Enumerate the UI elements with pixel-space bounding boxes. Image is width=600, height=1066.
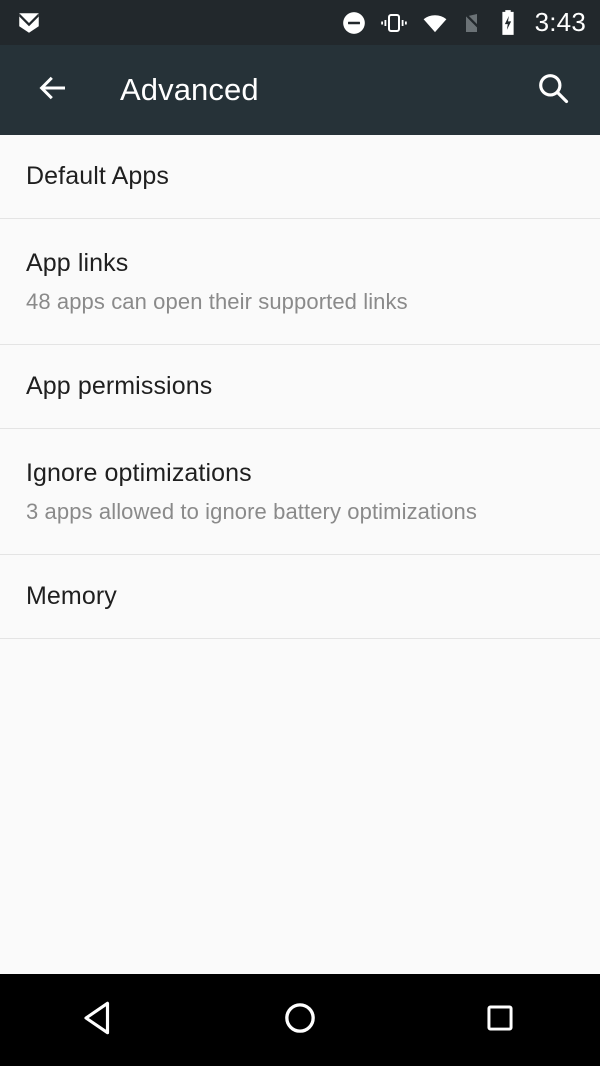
list-empty-area [0, 639, 600, 963]
arrow-back-icon [35, 70, 71, 111]
gmail-envelope-icon [16, 10, 42, 36]
nav-back-triangle-icon [80, 998, 120, 1043]
navigation-buttons [0, 974, 600, 1066]
nav-recents-square-icon [483, 1001, 517, 1040]
do-not-disturb-icon [341, 10, 367, 36]
battery-charging-icon [499, 9, 517, 36]
settings-list: Default Apps App links 48 apps can open … [0, 135, 600, 974]
no-sim-signal-icon [462, 10, 486, 36]
status-bar-icons: 3:43 [341, 7, 586, 38]
status-bar: 3:43 [0, 0, 600, 45]
list-item-title: Default Apps [26, 162, 169, 191]
status-bar-notifications [16, 10, 341, 36]
list-item-title: Memory [26, 582, 117, 611]
list-item-title: App permissions [26, 372, 213, 401]
navigation-bar: MyDrivers 好安卓网 www.99io.com [0, 974, 600, 1066]
list-item-default-apps[interactable]: Default Apps [0, 135, 600, 219]
nav-back-button[interactable] [0, 974, 200, 1066]
search-icon [535, 70, 571, 111]
list-item-memory[interactable]: Memory [0, 555, 600, 639]
list-item-title: App links [26, 248, 129, 277]
list-item-title: Ignore optimizations [26, 458, 252, 487]
page-title: Advanced [120, 72, 259, 107]
nav-recents-button[interactable] [400, 974, 600, 1066]
app-bar: Advanced [0, 45, 600, 135]
list-item-subtitle: 48 apps can open their supported links [26, 288, 408, 314]
nav-home-circle-icon [281, 999, 319, 1042]
vibrate-icon [380, 10, 408, 36]
list-item-ignore-optimizations[interactable]: Ignore optimizations 3 apps allowed to i… [0, 429, 600, 555]
list-item-app-links[interactable]: App links 48 apps can open their support… [0, 219, 600, 345]
search-button[interactable] [530, 67, 576, 113]
list-item-subtitle: 3 apps allowed to ignore battery optimiz… [26, 498, 477, 524]
wifi-icon [421, 10, 449, 36]
back-button[interactable] [30, 67, 76, 113]
nav-home-button[interactable] [200, 974, 400, 1066]
status-bar-clock: 3:43 [534, 7, 586, 37]
list-item-app-permissions[interactable]: App permissions [0, 345, 600, 429]
phone-screen: 3:43 Advanced Default Apps App links 48 … [0, 0, 600, 1066]
